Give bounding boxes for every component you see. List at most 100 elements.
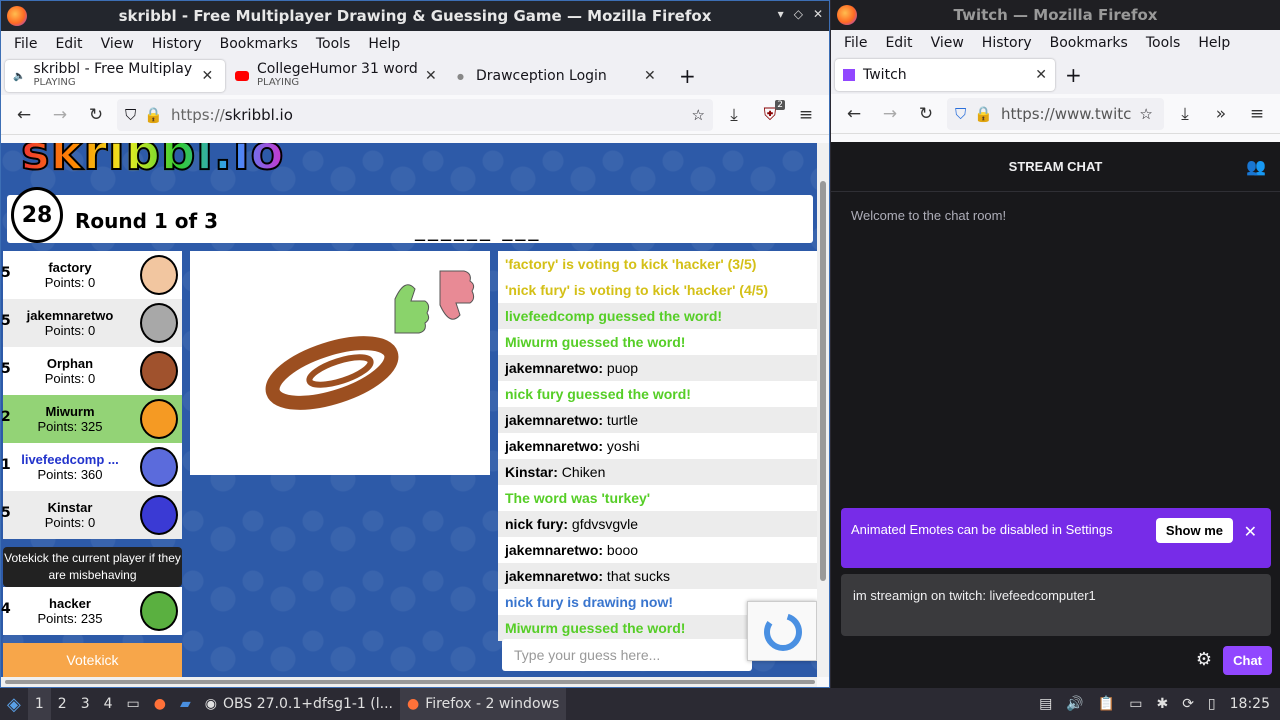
- maximize-icon[interactable]: ◇: [794, 7, 803, 21]
- tab-close-icon[interactable]: ✕: [425, 68, 437, 84]
- bookmark-star-icon[interactable]: ☆: [1139, 105, 1152, 123]
- workspace-2[interactable]: 2: [51, 688, 74, 720]
- avatar: [140, 351, 178, 391]
- menu-file[interactable]: File: [835, 35, 876, 51]
- menu-edit[interactable]: Edit: [876, 35, 921, 51]
- player-row[interactable]: 2 Miwurm Points: 325: [1, 395, 182, 443]
- shield-icon[interactable]: ⛉: [955, 105, 966, 123]
- hamburger-menu-icon[interactable]: ≡: [1242, 99, 1272, 129]
- menu-bookmarks[interactable]: Bookmarks: [211, 36, 307, 52]
- battery-icon[interactable]: ▤: [1039, 696, 1052, 712]
- menu-bookmarks[interactable]: Bookmarks: [1041, 35, 1137, 51]
- guess-input[interactable]: Type your guess here...: [502, 639, 752, 671]
- tab-collegehumor[interactable]: CollegeHumor 31 words PLAYING ✕: [227, 60, 447, 92]
- tab-close-icon[interactable]: ✕: [644, 68, 656, 84]
- player-row[interactable]: 5 jakemnaretwo Points: 0: [1, 299, 182, 347]
- player-row[interactable]: 5 factory Points: 0: [1, 251, 182, 299]
- bookmark-star-icon[interactable]: ☆: [692, 106, 705, 124]
- file-manager-icon[interactable]: ▭: [120, 688, 147, 720]
- close-icon[interactable]: ✕: [1244, 522, 1257, 542]
- clipboard-icon[interactable]: 📋: [1098, 696, 1115, 712]
- window-titlebar[interactable]: skribbl - Free Multiplayer Drawing & Gue…: [1, 1, 829, 31]
- network-icon[interactable]: ▯: [1208, 696, 1216, 712]
- forward-icon[interactable]: →: [875, 99, 905, 129]
- player-row[interactable]: 4 hacker Points: 235: [1, 587, 182, 635]
- volume-icon[interactable]: 🔊: [1066, 696, 1083, 712]
- firefox-launcher-icon[interactable]: ●: [147, 688, 173, 720]
- window-titlebar[interactable]: Twitch — Mozilla Firefox: [831, 0, 1280, 30]
- tab-close-icon[interactable]: ✕: [201, 68, 213, 84]
- firefox-icon: [7, 6, 27, 26]
- menu-tools[interactable]: Tools: [1137, 35, 1190, 51]
- back-icon[interactable]: ←: [839, 99, 869, 129]
- workspace-3[interactable]: 3: [74, 688, 97, 720]
- drawing-stroke: [265, 336, 399, 410]
- bluetooth-icon[interactable]: ✱: [1156, 696, 1168, 712]
- player-row[interactable]: 1 livefeedcomp ... Points: 360: [1, 443, 182, 491]
- taskbar-obs[interactable]: ◉ OBS 27.0.1+dfsg1-1 (l...: [198, 688, 400, 720]
- url-bar[interactable]: ⛉ 🔒 https://skribbl.io ☆: [117, 98, 713, 131]
- menu-history[interactable]: History: [143, 36, 211, 52]
- chat-message: Miwurm guessed the word!: [498, 329, 817, 355]
- menu-view[interactable]: View: [92, 36, 143, 52]
- tab-drawception[interactable]: ● Drawception Login ✕: [449, 60, 669, 92]
- drawing-canvas[interactable]: [190, 251, 490, 475]
- ublock-icon[interactable]: ⛨ 2: [755, 99, 785, 130]
- player-rank: 2: [1, 409, 11, 425]
- horizontal-scrollbar[interactable]: [1, 677, 817, 687]
- menu-help[interactable]: Help: [359, 36, 409, 52]
- recaptcha-badge[interactable]: [747, 601, 817, 661]
- menu-view[interactable]: View: [922, 35, 973, 51]
- url-bar[interactable]: ⛉ 🔒 https://www.twitc ☆: [947, 97, 1164, 130]
- start-menu-icon[interactable]: ◈: [0, 688, 28, 720]
- gear-icon[interactable]: ⚙: [1196, 649, 1212, 670]
- taskbar-firefox[interactable]: ● Firefox - 2 windows: [399, 688, 567, 720]
- thumbs-down-icon[interactable]: [439, 270, 475, 320]
- tab-close-icon[interactable]: ✕: [1035, 67, 1047, 83]
- users-icon[interactable]: 👥: [1246, 157, 1266, 177]
- votekick-button[interactable]: Votekick: [3, 643, 182, 677]
- vertical-scrollbar[interactable]: [817, 143, 829, 677]
- shield-icon[interactable]: ⛉: [125, 106, 136, 124]
- tab-skribbl[interactable]: 🔈 skribbl - Free Multiplayer PLAYING ✕: [5, 60, 225, 92]
- update-icon[interactable]: ⟳: [1182, 696, 1194, 712]
- back-icon[interactable]: ←: [9, 100, 39, 130]
- menu-edit[interactable]: Edit: [46, 36, 91, 52]
- chat-message: nick fury: gfdvsvgvle: [498, 511, 817, 537]
- scrollbar-thumb[interactable]: [820, 181, 826, 581]
- tab-twitch[interactable]: Twitch ✕: [835, 59, 1055, 91]
- close-icon[interactable]: ✕: [813, 7, 823, 21]
- player-rank: 5: [1, 265, 11, 281]
- player-row[interactable]: 5 Kinstar Points: 0: [1, 491, 182, 539]
- menu-file[interactable]: File: [5, 36, 46, 52]
- chat-send-button[interactable]: Chat: [1223, 646, 1272, 675]
- chat-message: nick fury guessed the word!: [498, 381, 817, 407]
- hamburger-menu-icon[interactable]: ≡: [791, 100, 821, 130]
- reload-icon[interactable]: ↻: [911, 99, 941, 129]
- skribbl-logo: skribbl.io: [20, 143, 284, 182]
- speaker-icon[interactable]: 🔈: [13, 71, 25, 82]
- player-row[interactable]: 5 Orphan Points: 0: [1, 347, 182, 395]
- menu-history[interactable]: History: [973, 35, 1041, 51]
- downloads-icon[interactable]: ⤓: [719, 100, 749, 130]
- new-tab-button[interactable]: +: [671, 60, 704, 92]
- new-tab-button[interactable]: +: [1057, 59, 1090, 91]
- lock-icon[interactable]: 🔒: [974, 105, 993, 123]
- scrollbar-thumb[interactable]: [5, 680, 815, 684]
- workspace-4[interactable]: 4: [97, 688, 120, 720]
- lock-icon[interactable]: 🔒: [144, 106, 163, 124]
- forward-icon[interactable]: →: [45, 100, 75, 130]
- menu-help[interactable]: Help: [1189, 35, 1239, 51]
- folder-icon[interactable]: ▰: [173, 688, 198, 720]
- downloads-icon[interactable]: ⤓: [1170, 99, 1200, 129]
- minimize-icon[interactable]: ▾: [778, 7, 784, 21]
- reload-icon[interactable]: ↻: [81, 100, 111, 130]
- timer-value: 28: [21, 202, 53, 228]
- show-me-button[interactable]: Show me: [1155, 518, 1233, 543]
- thumbs-up-icon[interactable]: [394, 284, 430, 334]
- chat-input[interactable]: im streamign on twitch: livefeedcomputer…: [841, 574, 1271, 636]
- overflow-icon[interactable]: »: [1206, 99, 1236, 129]
- workspace-1[interactable]: 1: [27, 688, 51, 720]
- display-icon[interactable]: ▭: [1129, 696, 1142, 712]
- menu-tools[interactable]: Tools: [307, 36, 360, 52]
